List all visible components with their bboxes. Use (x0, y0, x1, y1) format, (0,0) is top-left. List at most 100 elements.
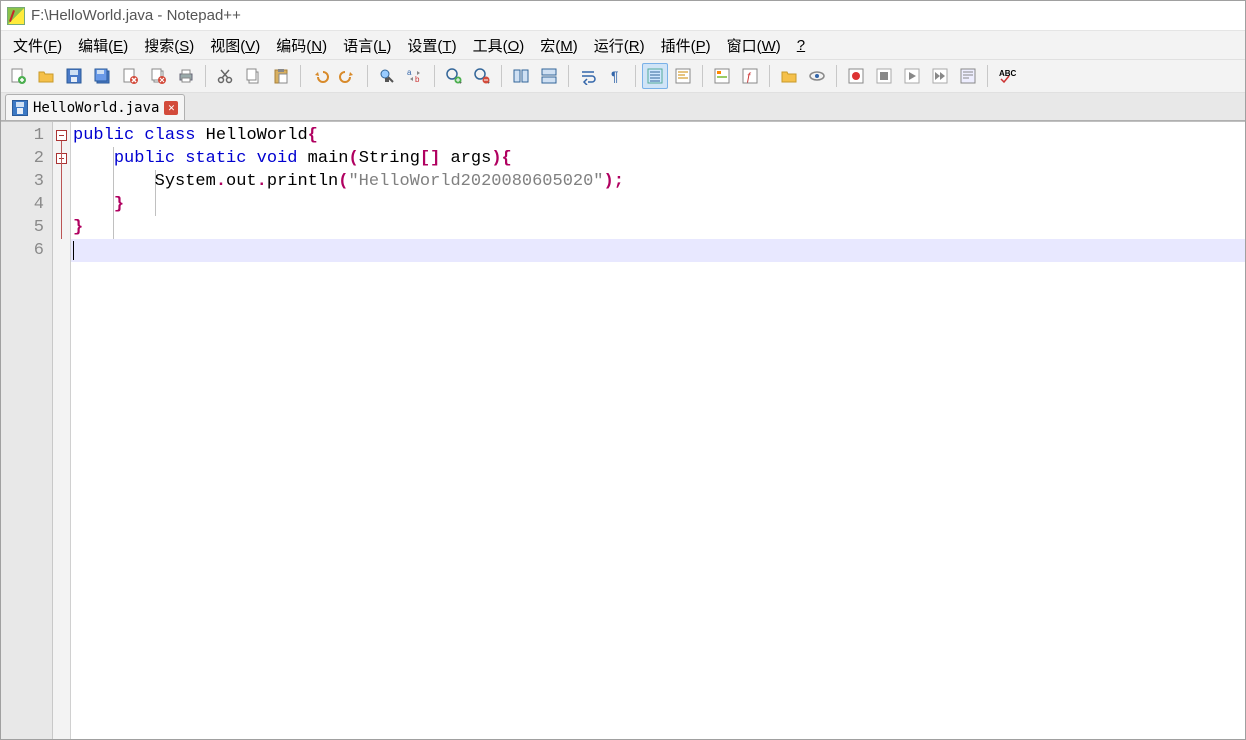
token (73, 195, 114, 214)
menu-item[interactable]: 语言(L) (335, 33, 399, 58)
svg-text:ƒ: ƒ (746, 71, 752, 83)
token: main (297, 149, 348, 168)
toolbar-separator (367, 65, 368, 87)
show-all-chars-icon[interactable]: ¶ (603, 63, 629, 89)
token: ); (604, 172, 624, 191)
play-macro-icon[interactable] (899, 63, 925, 89)
cut-icon[interactable] (212, 63, 238, 89)
toolbar-separator (702, 65, 703, 87)
line-number: 6 (1, 239, 52, 262)
redo-icon[interactable] (335, 63, 361, 89)
document-tab[interactable]: HelloWorld.java ✕ (5, 94, 185, 120)
code-line[interactable]: public static void main(String[] args){ (71, 147, 1245, 170)
toolbar: ab ¶ ƒ ABC (1, 59, 1245, 93)
copy-icon[interactable] (240, 63, 266, 89)
text-caret (73, 241, 74, 260)
current-line-highlight (71, 239, 1245, 262)
tab-close-button[interactable]: ✕ (164, 101, 178, 115)
token: } (114, 195, 124, 214)
svg-text:b: b (415, 75, 420, 84)
code-editor[interactable]: 123456 public class HelloWorld{ public s… (1, 121, 1245, 739)
sync-h-icon[interactable] (536, 63, 562, 89)
document-tab-bar: HelloWorld.java ✕ (1, 93, 1245, 121)
menu-item[interactable]: ? (789, 35, 813, 56)
find-icon[interactable] (374, 63, 400, 89)
line-number: 3 (1, 170, 52, 193)
token: public (114, 149, 175, 168)
token: System (73, 172, 216, 191)
record-macro-icon[interactable] (843, 63, 869, 89)
fold-guide-line (61, 141, 62, 239)
replace-icon[interactable]: ab (402, 63, 428, 89)
indent-guide-icon[interactable] (642, 63, 668, 89)
spellcheck-icon[interactable]: ABC (994, 63, 1020, 89)
token: "HelloWorld2020080605020" (348, 172, 603, 191)
print-icon[interactable] (173, 63, 199, 89)
title-bar: F:\HelloWorld.java - Notepad++ (1, 1, 1245, 31)
close-all-icon[interactable] (145, 63, 171, 89)
code-line[interactable]: public class HelloWorld{ (71, 124, 1245, 147)
wordwrap-icon[interactable] (575, 63, 601, 89)
zoom-out-icon[interactable] (469, 63, 495, 89)
toolbar-separator (205, 65, 206, 87)
menu-item[interactable]: 宏(M) (532, 33, 586, 58)
toolbar-separator (836, 65, 837, 87)
saved-file-icon (12, 100, 28, 116)
menu-item[interactable]: 视图(V) (202, 33, 268, 58)
func-list-icon[interactable]: ƒ (737, 63, 763, 89)
user-lang-icon[interactable] (670, 63, 696, 89)
line-number: 5 (1, 216, 52, 239)
paste-icon[interactable] (268, 63, 294, 89)
token (73, 149, 114, 168)
menu-item[interactable]: 设置(T) (399, 33, 464, 58)
menu-item[interactable]: 工具(O) (465, 33, 533, 58)
code-line[interactable]: } (71, 216, 1245, 239)
code-area[interactable]: public class HelloWorld{ public static v… (71, 122, 1245, 739)
save-all-icon[interactable] (89, 63, 115, 89)
menu-item[interactable]: 运行(R) (586, 33, 653, 58)
zoom-in-icon[interactable] (441, 63, 467, 89)
menu-item[interactable]: 编辑(E) (70, 33, 136, 58)
play-multi-icon[interactable] (927, 63, 953, 89)
doc-map-icon[interactable] (709, 63, 735, 89)
stop-macro-icon[interactable] (871, 63, 897, 89)
monitor-icon[interactable] (804, 63, 830, 89)
folder-icon[interactable] (776, 63, 802, 89)
menu-bar: 文件(F)编辑(E)搜索(S)视图(V)编码(N)语言(L)设置(T)工具(O)… (1, 31, 1245, 59)
token: public (73, 126, 134, 145)
menu-item[interactable]: 插件(P) (653, 33, 719, 58)
token: void (257, 149, 298, 168)
toolbar-separator (568, 65, 569, 87)
token: println (267, 172, 338, 191)
window-title: F:\HelloWorld.java - Notepad++ (31, 7, 241, 24)
line-number: 4 (1, 193, 52, 216)
fold-toggle-icon[interactable] (56, 130, 67, 141)
menu-item[interactable]: 搜索(S) (136, 33, 202, 58)
token: } (73, 218, 83, 237)
new-file-icon[interactable] (5, 63, 31, 89)
menu-item[interactable]: 编码(N) (268, 33, 335, 58)
token: ){ (491, 149, 511, 168)
menu-item[interactable]: 文件(F) (5, 33, 70, 58)
fold-column[interactable] (53, 122, 71, 739)
token: out (226, 172, 257, 191)
token: { (308, 126, 318, 145)
code-line[interactable]: System.out.println("HelloWorld2020080605… (71, 170, 1245, 193)
toolbar-separator (635, 65, 636, 87)
toolbar-separator (501, 65, 502, 87)
token: class (144, 126, 195, 145)
undo-icon[interactable] (307, 63, 333, 89)
token (246, 149, 256, 168)
menu-item[interactable]: 窗口(W) (719, 33, 789, 58)
code-line[interactable]: } (71, 193, 1245, 216)
token (175, 149, 185, 168)
toolbar-separator (300, 65, 301, 87)
sync-v-icon[interactable] (508, 63, 534, 89)
save-macro-icon[interactable] (955, 63, 981, 89)
toolbar-separator (769, 65, 770, 87)
open-file-icon[interactable] (33, 63, 59, 89)
close-icon[interactable] (117, 63, 143, 89)
save-icon[interactable] (61, 63, 87, 89)
notepadpp-app-icon (7, 7, 25, 25)
line-number: 1 (1, 124, 52, 147)
